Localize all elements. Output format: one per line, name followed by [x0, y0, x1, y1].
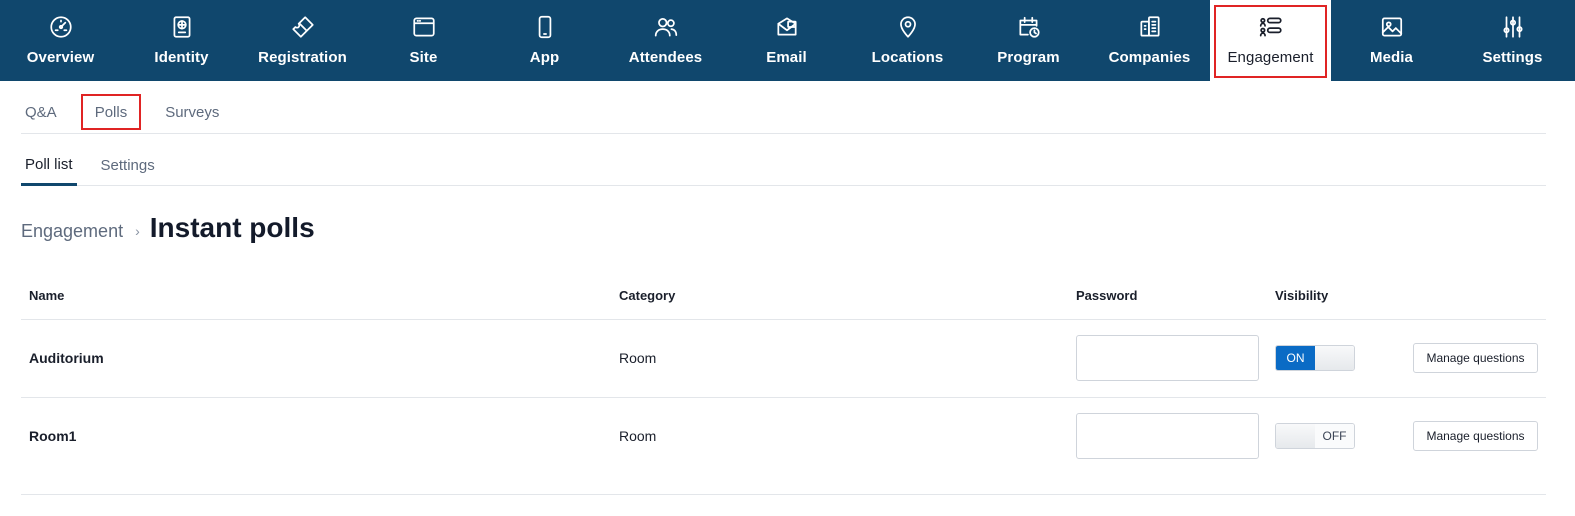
nav-item-program[interactable]: Program — [968, 0, 1089, 81]
visibility-toggle[interactable]: ON — [1275, 345, 1355, 371]
nav-label: Site — [409, 49, 438, 66]
calendar-clock-icon — [1015, 13, 1043, 41]
building-icon — [1136, 13, 1164, 41]
nav-item-identity[interactable]: Identity — [121, 0, 242, 81]
nav-label: Engagement — [1227, 49, 1314, 66]
toggle-off-label: OFF — [1315, 424, 1354, 448]
sliders-icon — [1499, 13, 1527, 41]
nav-item-companies[interactable]: Companies — [1089, 0, 1210, 81]
visibility-toggle[interactable]: OFF — [1275, 423, 1355, 449]
map-pin-icon — [894, 13, 922, 41]
page-title: Instant polls — [149, 212, 315, 243]
nav-label: Overview — [26, 49, 95, 66]
tab-poll-settings[interactable]: Settings — [97, 145, 159, 186]
manage-questions-button[interactable]: Manage questions — [1413, 343, 1538, 373]
passport-icon — [168, 13, 196, 41]
table-header: Name Category Password Visibility — [21, 270, 1546, 320]
nav-item-engagement[interactable]: Engagement — [1210, 0, 1331, 81]
top-navigation: Overview Identity Registration Site App … — [0, 0, 1575, 81]
nav-label: Identity — [154, 49, 209, 66]
nav-item-media[interactable]: Media — [1331, 0, 1452, 81]
poll-name: Room1 — [29, 428, 77, 444]
breadcrumb-parent-link[interactable]: Engagement — [21, 221, 123, 242]
nav-item-settings[interactable]: Settings — [1452, 0, 1573, 81]
toggle-knob — [1276, 424, 1315, 448]
nav-label: Email — [766, 49, 807, 66]
breadcrumb-separator: › — [135, 223, 140, 239]
column-header-visibility: Visibility — [1275, 288, 1329, 303]
poll-category: Room — [619, 428, 657, 444]
people-icon — [652, 13, 680, 41]
nav-label: Attendees — [628, 49, 703, 66]
image-icon — [1378, 13, 1406, 41]
manage-questions-button[interactable]: Manage questions — [1413, 421, 1538, 451]
password-input[interactable] — [1076, 413, 1259, 459]
poll-name: Auditorium — [29, 350, 104, 366]
nav-item-registration[interactable]: Registration — [242, 0, 363, 81]
tab-qa[interactable]: Q&A — [21, 92, 61, 133]
nav-item-locations[interactable]: Locations — [847, 0, 968, 81]
column-header-category: Category — [619, 288, 676, 303]
browser-window-icon — [410, 13, 438, 41]
nav-label: Settings — [1482, 49, 1543, 66]
envelope-icon — [773, 13, 801, 41]
nav-label: Program — [997, 49, 1060, 66]
toggle-on-label: ON — [1276, 346, 1315, 370]
nav-item-app[interactable]: App — [484, 0, 605, 81]
dashboard-gauge-icon — [47, 13, 75, 41]
polls-table: Name Category Password Visibility Audito… — [21, 270, 1546, 495]
tab-polls[interactable]: Polls — [80, 92, 141, 133]
breadcrumb: Engagement › Instant polls — [21, 208, 315, 248]
nav-item-attendees[interactable]: Attendees — [605, 0, 726, 81]
engagement-subtabs: Q&A Polls Surveys — [21, 92, 1546, 134]
nav-label: Media — [1369, 49, 1413, 66]
nav-item-site[interactable]: Site — [363, 0, 484, 81]
tab-poll-list[interactable]: Poll list — [21, 145, 77, 186]
tab-surveys[interactable]: Surveys — [161, 92, 223, 133]
column-header-password: Password — [1076, 288, 1138, 303]
nav-label: Locations — [871, 49, 944, 66]
table-row: Auditorium Room ON Manage questions — [21, 320, 1546, 398]
poll-category: Room — [619, 350, 657, 366]
nav-item-overview[interactable]: Overview — [0, 0, 121, 81]
engagement-list-icon — [1257, 13, 1285, 41]
table-row: Room1 Room OFF Manage questions — [21, 398, 1546, 495]
password-input[interactable] — [1076, 335, 1259, 381]
nav-item-email[interactable]: Email — [726, 0, 847, 81]
nav-label: Registration — [258, 49, 347, 66]
column-header-name: Name — [29, 288, 65, 303]
nav-label: Companies — [1108, 49, 1191, 66]
toggle-knob — [1315, 346, 1354, 370]
ticket-icon — [289, 13, 317, 41]
mobile-phone-icon — [531, 13, 559, 41]
nav-label: App — [529, 49, 560, 66]
polls-inner-tabs: Poll list Settings — [21, 145, 1546, 186]
